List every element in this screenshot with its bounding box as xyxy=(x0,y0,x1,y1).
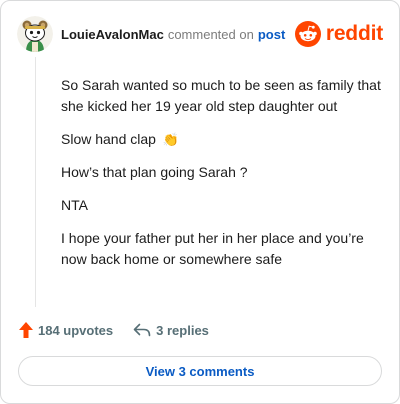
comment-body: So Sarah wanted so much to be seen as fa… xyxy=(61,75,386,282)
comment-paragraph: NTA xyxy=(61,197,88,213)
upvote-button[interactable]: 184 upvotes xyxy=(19,322,113,338)
avatar[interactable] xyxy=(17,16,53,52)
comment-paragraph: I hope your father put her in her place … xyxy=(61,230,364,267)
header-text: LouieAvalonMac commented on post xyxy=(61,27,285,42)
comment-paragraph-text: Slow hand clap xyxy=(61,131,156,147)
comment-card: LouieAvalonMac commented on post reddit So… xyxy=(0,0,400,404)
clapping-hands-icon: 👏 xyxy=(162,132,180,147)
commented-on-text: commented on xyxy=(167,26,254,42)
reply-arrow-icon xyxy=(133,323,151,337)
reddit-snoo-icon xyxy=(294,21,321,47)
thread-line xyxy=(35,57,36,307)
replies-button[interactable]: 3 replies xyxy=(133,323,209,338)
reddit-logo[interactable]: reddit xyxy=(294,21,383,47)
upvote-count: 184 upvotes xyxy=(38,322,114,338)
username[interactable]: LouieAvalonMac xyxy=(61,27,164,42)
comment-paragraph: How’s that plan going Sarah ? xyxy=(61,164,248,180)
comment-actions: 184 upvotes 3 replies xyxy=(19,322,209,338)
comment-paragraph: Slow hand clap 👏 xyxy=(61,129,386,150)
reddit-wordmark: reddit xyxy=(325,22,383,45)
reply-count: 3 replies xyxy=(156,322,209,338)
upvote-arrow-icon xyxy=(19,322,33,338)
comment-paragraph: So Sarah wanted so much to be seen as fa… xyxy=(61,77,381,114)
view-comments-button[interactable]: View 3 comments xyxy=(18,356,382,386)
comment-header: LouieAvalonMac commented on post reddit xyxy=(17,15,383,53)
snoo-avatar-icon xyxy=(17,16,53,52)
post-link[interactable]: post xyxy=(258,27,285,42)
